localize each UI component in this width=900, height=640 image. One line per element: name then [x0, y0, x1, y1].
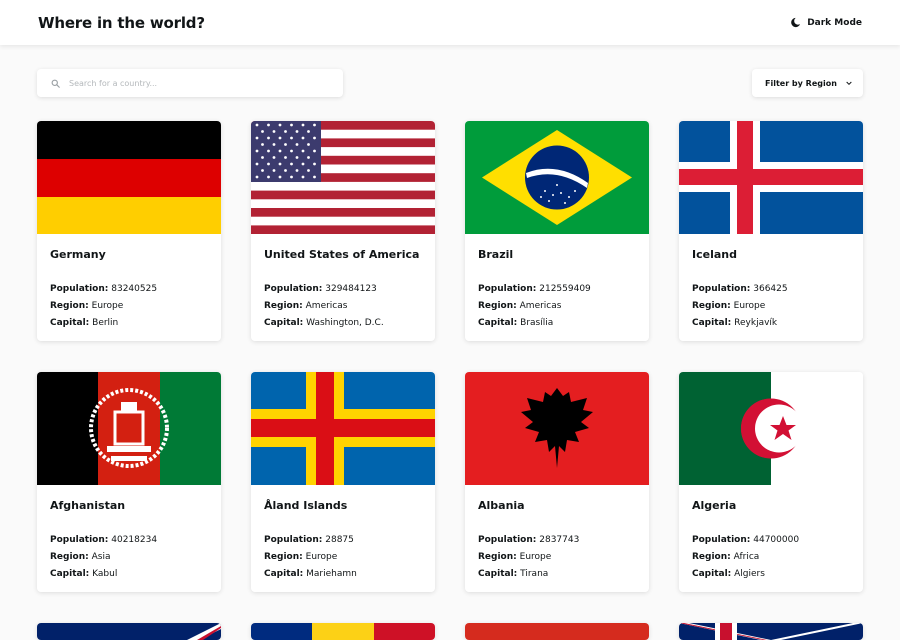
brazil-flag-icon [465, 121, 649, 234]
country-card-partial-1[interactable] [37, 623, 221, 640]
region-line: Region: Europe [264, 552, 338, 562]
capital-line: Capital: Berlin [50, 318, 119, 328]
capital-line: Capital: Reykjavík [692, 318, 778, 328]
country-name: United States of America [264, 248, 420, 261]
search-input[interactable] [69, 78, 319, 88]
albania-flag-icon [465, 372, 649, 485]
capital-line: Capital: Algiers [692, 569, 765, 579]
population-line: Population: 212559409 [478, 284, 591, 294]
dark-mode-toggle[interactable]: Dark Mode [790, 17, 862, 28]
flag-icon [251, 623, 435, 640]
dark-mode-label: Dark Mode [807, 17, 862, 28]
population-line: Population: 366425 [692, 284, 788, 294]
flag-icon [37, 623, 221, 640]
capital-line: Capital: Tirana [478, 569, 549, 579]
search-icon [51, 79, 60, 88]
population-line: Population: 2837743 [478, 535, 580, 545]
search-box[interactable] [37, 69, 343, 97]
population-line: Population: 329484123 [264, 284, 377, 294]
country-card-partial-2[interactable] [251, 623, 435, 640]
region-line: Region: Americas [264, 301, 348, 311]
aland-flag-icon [251, 372, 435, 485]
population-line: Population: 44700000 [692, 535, 800, 545]
iceland-flag-icon [679, 121, 863, 234]
afghanistan-flag-icon [37, 372, 221, 485]
region-line: Region: Europe [692, 301, 766, 311]
population-line: Population: 83240525 [50, 284, 158, 294]
country-card-iceland[interactable]: Iceland Population: 366425 Region: Europ… [679, 121, 863, 341]
country-card-partial-3[interactable] [465, 623, 649, 640]
capital-line: Capital: Brasília [478, 318, 554, 328]
country-name: Afghanistan [50, 499, 126, 512]
region-line: Region: Europe [50, 301, 124, 311]
region-line: Region: Asia [50, 552, 111, 562]
moon-icon [791, 17, 801, 28]
site-title: Where in the world? [38, 13, 205, 32]
population-line: Population: 28875 [264, 535, 354, 545]
country-name: Iceland [692, 248, 737, 261]
capital-line: Capital: Washington, D.C. [264, 318, 384, 328]
country-name: Albania [478, 499, 525, 512]
algeria-flag-icon [679, 372, 863, 485]
country-card-usa[interactable]: United States of America Population: 329… [251, 121, 435, 341]
country-name: Brazil [478, 248, 514, 261]
country-name: Åland Islands [264, 499, 348, 512]
country-name: Germany [50, 248, 106, 261]
country-card-albania[interactable]: Albania Population: 2837743 Region: Euro… [465, 372, 649, 592]
region-line: Region: Africa [692, 552, 760, 562]
population-line: Population: 40218234 [50, 535, 158, 545]
country-card-brazil[interactable]: Brazil Population: 212559409 Region: Ame… [465, 121, 649, 341]
site-header: Where in the world? Dark Mode [0, 0, 900, 45]
germany-flag-icon [37, 121, 221, 234]
region-filter-label: Filter by Region [765, 78, 837, 88]
region-line: Region: Europe [478, 552, 552, 562]
usa-flag-icon [251, 121, 435, 234]
country-card-aland-islands[interactable]: Åland Islands Population: 28875 Region: … [251, 372, 435, 592]
country-card-partial-4[interactable] [679, 623, 863, 640]
country-card-algeria[interactable]: Algeria Population: 44700000 Region: Afr… [679, 372, 863, 592]
region-line: Region: Americas [478, 301, 562, 311]
flag-icon [465, 623, 649, 640]
region-filter-dropdown[interactable]: Filter by Region [752, 69, 863, 97]
capital-line: Capital: Kabul [50, 569, 118, 579]
capital-line: Capital: Mariehamn [264, 569, 357, 579]
flag-icon [679, 623, 863, 640]
chevron-down-icon [846, 81, 852, 86]
country-card-afghanistan[interactable]: Afghanistan Population: 40218234 Region:… [37, 372, 221, 592]
country-name: Algeria [692, 499, 737, 512]
country-card-germany[interactable]: Germany Population: 83240525 Region: Eur… [37, 121, 221, 341]
